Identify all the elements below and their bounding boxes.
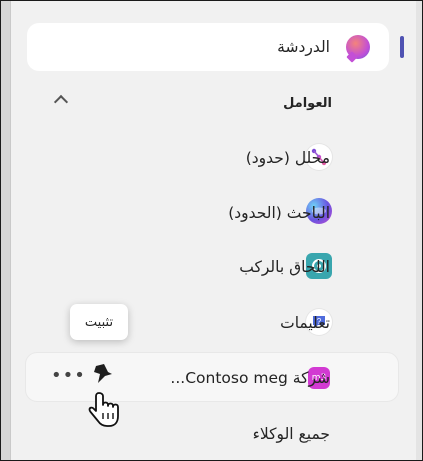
chevron-up-icon[interactable] — [53, 94, 69, 110]
sidebar-item-analyst[interactable]: محلل (حدود) — [246, 149, 330, 167]
sidebar-item-chat[interactable] — [27, 23, 389, 71]
sidebar-item-contoso-label: شركة Contoso meg... — [170, 369, 330, 387]
sidebar-item-chat-label: الدردشة — [277, 38, 330, 56]
pin-icon[interactable] — [90, 362, 114, 386]
chat-icon — [346, 35, 370, 59]
pin-tooltip: تثبيت — [70, 304, 128, 340]
agents-section-header: العوامل — [283, 96, 332, 111]
sidebar-item-catch-up[interactable]: اللحاق بالركب — [239, 258, 330, 276]
scrollbar-track[interactable] — [416, 1, 422, 460]
all-agents-link[interactable]: جميع الوكلاء — [253, 425, 330, 443]
agents-sidebar: الدردشة العوامل محلل (حدود) الباحث (الحد… — [0, 0, 423, 461]
sidebar-item-help[interactable]: تعليمات — [280, 314, 330, 332]
sidebar-item-researcher[interactable]: الباحث (الحدود) — [228, 204, 330, 222]
selected-indicator — [400, 36, 404, 58]
more-options-button[interactable]: ••• — [51, 365, 86, 386]
left-rail — [1, 1, 11, 460]
hand-cursor-icon — [87, 391, 123, 431]
